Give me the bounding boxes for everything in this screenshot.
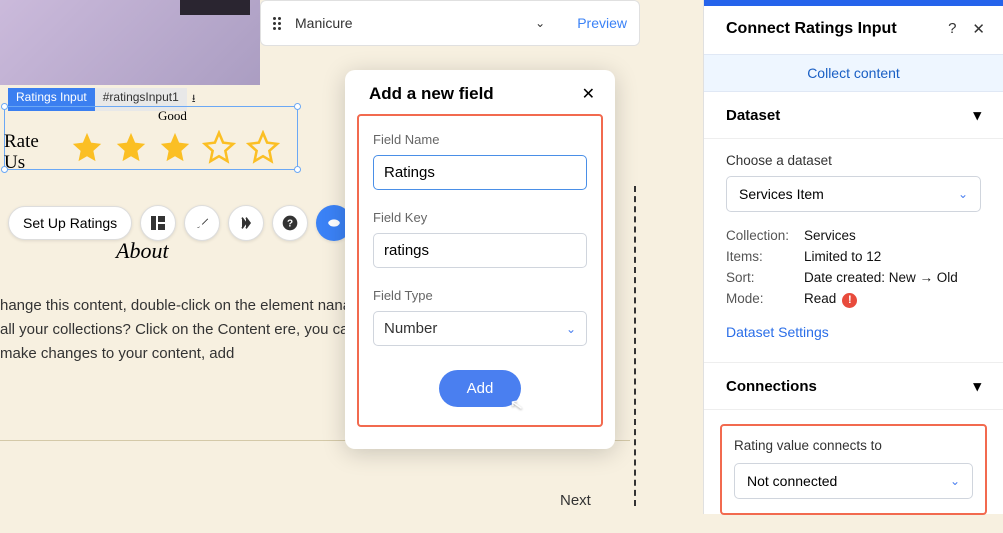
- element-toolbar: Set Up Ratings ?: [8, 205, 352, 241]
- meta-val: Limited to 12: [804, 249, 881, 264]
- star-icon[interactable]: [70, 130, 104, 164]
- warning-icon[interactable]: !: [842, 293, 857, 308]
- connections-highlight-region: Rating value connects to Not connected ⌄: [720, 424, 987, 515]
- resize-handle[interactable]: [1, 103, 8, 110]
- add-field-modal: Add a new field ✕ Field Name Field Key F…: [345, 70, 615, 449]
- close-icon[interactable]: ✕: [972, 20, 985, 38]
- field-type-select[interactable]: Number ⌄: [373, 311, 587, 346]
- chevron-down-icon: ⌄: [950, 474, 960, 488]
- field-key-label: Field Key: [373, 210, 587, 225]
- connections-section-header[interactable]: Connections ▾: [704, 363, 1003, 410]
- meta-key: Collection:: [726, 228, 804, 243]
- star-icon[interactable]: [114, 130, 148, 164]
- chevron-down-icon[interactable]: ⌄: [535, 16, 545, 30]
- chevron-down-icon: ▾: [973, 377, 981, 395]
- setup-ratings-button[interactable]: Set Up Ratings: [8, 206, 132, 240]
- resize-handle[interactable]: [294, 166, 301, 173]
- modal-title: Add a new field: [369, 84, 494, 104]
- star-icon[interactable]: [246, 130, 280, 164]
- meta-key: Items:: [726, 249, 804, 264]
- chevron-down-icon: ⌄: [958, 187, 968, 201]
- connect-panel: Connect Ratings Input ? ✕ Collect conten…: [703, 0, 1003, 514]
- drag-handle-icon[interactable]: [273, 17, 281, 30]
- dataset-section-header[interactable]: Dataset ▾: [704, 92, 1003, 139]
- page-selector-bar: Manicure ⌄ Preview: [260, 0, 640, 46]
- star-icon[interactable]: [158, 130, 192, 164]
- field-type-label: Field Type: [373, 288, 587, 303]
- close-icon[interactable]: ✕: [582, 84, 595, 104]
- resize-handle[interactable]: [294, 103, 301, 110]
- about-heading: About: [116, 238, 169, 264]
- preview-link[interactable]: Preview: [577, 15, 627, 31]
- collect-content-tab[interactable]: Collect content: [704, 54, 1003, 92]
- chevron-down-icon: ⌄: [566, 322, 576, 336]
- about-body-text: hange this content, double-click on the …: [0, 294, 380, 366]
- stars-row[interactable]: [70, 130, 280, 164]
- modal-highlight-region: Field Name Field Key Field Type Number ⌄…: [357, 114, 603, 427]
- connections-section-body: Rating value connects to Not connected ⌄: [704, 410, 1003, 533]
- meta-key: Mode:: [726, 291, 804, 308]
- cursor-icon: ↖: [508, 394, 525, 416]
- meta-val: Read!: [804, 291, 857, 308]
- animation-icon[interactable]: [228, 205, 264, 241]
- star-icon[interactable]: [202, 130, 236, 164]
- panel-title: Connect Ratings Input: [726, 20, 897, 38]
- help-icon[interactable]: ?: [272, 205, 308, 241]
- rating-connects-value: Not connected: [747, 473, 837, 489]
- dataset-settings-link[interactable]: Dataset Settings: [726, 324, 829, 340]
- background-photo-dark: [180, 0, 250, 15]
- rate-us-label: RateUs: [4, 132, 39, 174]
- rating-connects-select[interactable]: Not connected ⌄: [734, 463, 973, 499]
- svg-text:?: ?: [287, 218, 293, 229]
- layout-icon[interactable]: [140, 205, 176, 241]
- field-name-label: Field Name: [373, 132, 587, 147]
- add-button[interactable]: Add ↖: [439, 370, 522, 407]
- dataset-select[interactable]: Services Item ⌄: [726, 176, 981, 212]
- section-dashed-line: [634, 186, 636, 506]
- rating-connects-label: Rating value connects to: [734, 438, 973, 453]
- field-type-value: Number: [384, 320, 437, 337]
- chevron-down-icon: ▾: [973, 106, 981, 124]
- meta-key: Sort:: [726, 270, 804, 285]
- dataset-value: Services Item: [739, 186, 824, 202]
- field-key-input[interactable]: [373, 233, 587, 268]
- meta-val: Date created: New → Old: [804, 270, 958, 285]
- meta-val: Services: [804, 228, 856, 243]
- dataset-section-body: Choose a dataset Services Item ⌄ Collect…: [704, 139, 1003, 363]
- choose-dataset-label: Choose a dataset: [726, 153, 981, 168]
- brush-icon[interactable]: [184, 205, 220, 241]
- page-name[interactable]: Manicure: [295, 15, 535, 31]
- help-icon[interactable]: ?: [948, 20, 956, 38]
- field-name-input[interactable]: [373, 155, 587, 190]
- next-link[interactable]: Next: [560, 492, 591, 509]
